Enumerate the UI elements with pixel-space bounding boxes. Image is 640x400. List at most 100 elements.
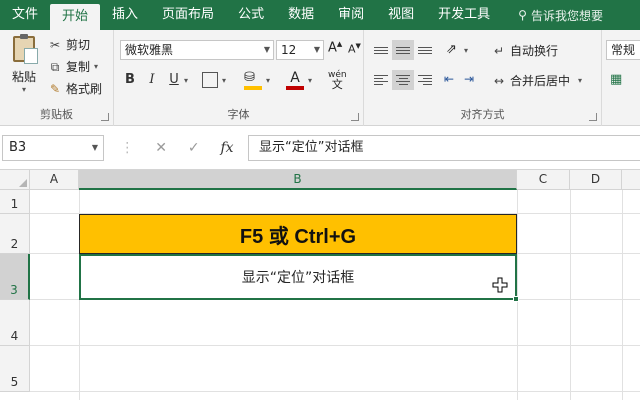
- orientation-icon[interactable]: ⇗: [446, 42, 457, 57]
- brush-icon: ✎: [49, 81, 61, 96]
- column-header-b[interactable]: B: [79, 170, 517, 190]
- alignment-launcher-icon[interactable]: [589, 113, 597, 121]
- tab-developer[interactable]: 开发工具: [426, 0, 502, 30]
- font-color-icon: A: [290, 70, 300, 86]
- paste-button[interactable]: 粘贴 ▾: [6, 34, 42, 94]
- merge-center-label: 合并后居中: [510, 74, 571, 88]
- wrap-text-label: 自动换行: [510, 44, 559, 58]
- row-header-4[interactable]: 4: [0, 300, 30, 346]
- bucket-icon: ⛁: [244, 70, 255, 85]
- align-top-button[interactable]: [370, 40, 392, 60]
- number-format-value: 常规: [611, 43, 636, 57]
- tell-me-search[interactable]: ⚲ 告诉我您想要: [518, 7, 603, 24]
- align-middle-button[interactable]: [392, 40, 414, 60]
- check-icon[interactable]: ✓: [188, 140, 200, 156]
- column-header-a[interactable]: A: [30, 170, 79, 190]
- increase-indent-icon[interactable]: ⇥: [464, 72, 474, 86]
- font-launcher-icon[interactable]: [351, 113, 359, 121]
- underline-button[interactable]: U: [164, 70, 184, 90]
- cut-button[interactable]: ✂ 剪切: [48, 36, 90, 53]
- merge-dropdown-icon[interactable]: ▾: [578, 76, 582, 85]
- name-box[interactable]: B3 ▼: [2, 135, 104, 161]
- copy-label: 复制: [66, 60, 91, 74]
- column-header-c[interactable]: C: [517, 170, 570, 190]
- borders-dropdown-icon[interactable]: ▾: [222, 76, 226, 85]
- grow-font-button[interactable]: A▲: [328, 40, 342, 55]
- tab-home[interactable]: 开始: [50, 4, 101, 30]
- tab-formulas[interactable]: 公式: [226, 0, 276, 30]
- cut-label: 剪切: [66, 38, 91, 52]
- tab-data[interactable]: 数据: [276, 0, 326, 30]
- align-center-button[interactable]: [392, 70, 414, 90]
- scissors-icon: ✂: [49, 37, 61, 52]
- font-group-label: 字体: [227, 108, 250, 121]
- fill-dropdown-icon[interactable]: ▾: [266, 76, 270, 85]
- accounting-format-icon[interactable]: ▦: [610, 72, 622, 87]
- font-color-button[interactable]: A: [286, 70, 304, 90]
- cancel-icon[interactable]: ✕: [155, 140, 167, 156]
- format-painter-button[interactable]: ✎ 格式刷: [48, 80, 102, 97]
- column-header-d[interactable]: D: [570, 170, 622, 190]
- cell-b2[interactable]: F5 或 Ctrl+G: [79, 214, 517, 254]
- copy-dropdown-icon[interactable]: ▾: [94, 62, 98, 71]
- cross-cursor-icon: [492, 277, 508, 293]
- row-header-3[interactable]: 3: [0, 254, 30, 300]
- shrink-font-label: A: [348, 42, 356, 56]
- grow-font-label: A: [328, 40, 337, 56]
- font-name-select[interactable]: 微软雅黑 ▼: [120, 40, 274, 60]
- number-format-select[interactable]: 常规: [606, 40, 640, 60]
- cell-b3-text: 显示“定位”对话框: [241, 270, 355, 286]
- chevron-down-icon: ▼: [263, 45, 270, 54]
- number-group: 常规 ▦: [602, 30, 640, 126]
- row-header-5[interactable]: 5: [0, 346, 30, 392]
- tab-view[interactable]: 视图: [376, 0, 426, 30]
- orientation-dropdown-icon[interactable]: ▾: [464, 46, 468, 55]
- shrink-font-button[interactable]: A▼: [348, 42, 361, 56]
- gridline: [622, 190, 623, 400]
- formula-input[interactable]: 显示“定位”对话框: [248, 135, 640, 161]
- select-all-corner[interactable]: [0, 170, 30, 190]
- paste-dropdown-icon[interactable]: ▾: [6, 85, 42, 94]
- borders-icon[interactable]: [202, 72, 218, 88]
- fill-handle[interactable]: [513, 296, 519, 302]
- wrap-text-button[interactable]: ↵ 自动换行: [492, 42, 558, 59]
- align-bottom-button[interactable]: [414, 40, 436, 60]
- fill-color-button[interactable]: ⛁: [244, 70, 262, 90]
- gridline: [570, 190, 571, 400]
- align-right-button[interactable]: [414, 70, 436, 90]
- gridline: [30, 391, 640, 392]
- phonetic-button[interactable]: wén 文: [328, 70, 347, 91]
- row-header-2[interactable]: 2: [0, 214, 30, 254]
- gridline: [30, 345, 640, 346]
- format-painter-label: 格式刷: [66, 82, 103, 96]
- tab-file[interactable]: 文件: [0, 0, 50, 30]
- decrease-indent-icon[interactable]: ⇤: [444, 72, 454, 86]
- copy-icon: ⧉: [50, 59, 60, 74]
- merge-center-button[interactable]: ↔ 合并后居中 ▾: [492, 72, 582, 89]
- copy-button[interactable]: ⧉ 复制 ▾: [48, 58, 98, 75]
- row-header-1[interactable]: 1: [0, 190, 30, 214]
- paste-label: 粘贴: [11, 70, 36, 84]
- ribbon: 粘贴 ▾ ✂ 剪切 ⧉ 复制 ▾ ✎ 格式刷 剪贴板 微软雅黑 ▼ 12 ▼ A…: [0, 30, 640, 126]
- underline-dropdown-icon[interactable]: ▾: [184, 76, 188, 85]
- chevron-down-icon: ▼: [91, 143, 98, 152]
- bold-button[interactable]: B: [120, 70, 140, 90]
- tab-review[interactable]: 审阅: [326, 0, 376, 30]
- formula-bar: B3 ▼ ⋮ ✕ ✓ fx 显示“定位”对话框: [0, 126, 640, 170]
- clipboard-launcher-icon[interactable]: [101, 113, 109, 121]
- column-header-e[interactable]: [622, 170, 640, 190]
- font-size-select[interactable]: 12 ▼: [276, 40, 324, 60]
- cell-b3-selected[interactable]: 显示“定位”对话框: [79, 254, 519, 302]
- font-color-dropdown-icon[interactable]: ▾: [308, 76, 312, 85]
- formula-bar-icons: ⋮ ✕ ✓ fx: [110, 135, 244, 161]
- tell-me-label: 告诉我您想要: [530, 8, 603, 23]
- tab-insert[interactable]: 插入: [100, 0, 150, 30]
- paste-icon: [13, 34, 38, 64]
- insert-function-icon[interactable]: fx: [220, 140, 233, 156]
- align-left-button[interactable]: [370, 70, 392, 90]
- font-name-value: 微软雅黑: [125, 43, 174, 57]
- alignment-group: ⇗ ▾ ↵ 自动换行 ⇤ ⇥ ↔ 合并后居中 ▾ 对齐方式: [364, 30, 602, 126]
- tab-page-layout[interactable]: 页面布局: [150, 0, 226, 30]
- font-size-value: 12: [281, 43, 297, 57]
- italic-button[interactable]: I: [142, 70, 162, 90]
